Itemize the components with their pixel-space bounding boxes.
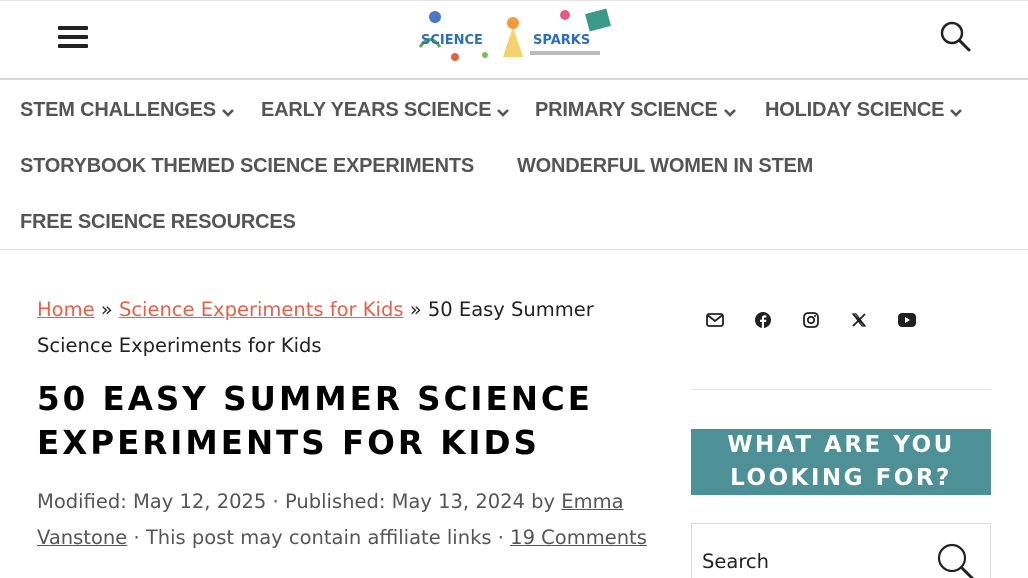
search-submit-icon[interactable]	[934, 540, 978, 578]
nav-item-storybook-themed[interactable]: STORYBOOK THEMED SCIENCE EXPERIMENTS	[20, 154, 474, 178]
nav-item-wonderful-women[interactable]: WONDERFUL WOMEN IN STEM	[517, 154, 813, 178]
site-logo[interactable]: SCIENCE SPARKS	[415, 7, 615, 65]
instagram-icon[interactable]	[799, 306, 823, 334]
meta-separator: ·	[272, 490, 279, 513]
sidebar-search	[691, 523, 991, 578]
nav-item-label: HOLIDAY SCIENCE	[765, 99, 945, 121]
search-input[interactable]	[702, 546, 922, 576]
header-search-icon[interactable]	[938, 19, 972, 53]
affiliate-note: This post may contain affiliate links	[145, 526, 492, 549]
nav-item-label: PRIMARY SCIENCE	[535, 99, 718, 121]
chevron-down-icon	[497, 108, 510, 117]
nav-item-label: WONDERFUL WOMEN IN STEM	[517, 155, 814, 177]
logo-text-1: SCIENCE	[421, 33, 483, 48]
chevron-down-icon	[221, 108, 234, 117]
published-date: May 13, 2024	[391, 490, 525, 513]
x-twitter-icon[interactable]	[847, 306, 871, 334]
main-navigation: STEM CHALLENGES EARLY YEARS SCIENCE PRIM…	[0, 82, 1028, 250]
nav-item-label: STEM CHALLENGES	[20, 99, 216, 121]
facebook-icon[interactable]	[751, 306, 775, 334]
post-meta: Modified: May 12, 2025 · Published: May …	[37, 484, 657, 556]
nav-item-holiday-science[interactable]: HOLIDAY SCIENCE	[765, 98, 963, 122]
logo-graphic: SCIENCE SPARKS	[415, 7, 615, 65]
nav-item-primary-science[interactable]: PRIMARY SCIENCE	[535, 98, 736, 122]
logo-text-2: SPARKS	[533, 33, 590, 48]
hamburger-menu-icon[interactable]	[58, 26, 88, 48]
sidebar-divider	[691, 389, 991, 390]
meta-separator: ·	[133, 526, 140, 549]
nav-item-label: STORYBOOK THEMED SCIENCE EXPERIMENTS	[20, 155, 474, 177]
site-header: SCIENCE SPARKS	[0, 0, 1028, 80]
breadcrumb-category-link[interactable]: Science Experiments for Kids	[119, 298, 404, 321]
meta-separator: ·	[497, 526, 504, 549]
breadcrumb-separator: »	[100, 298, 113, 321]
modified-label: Modified:	[37, 490, 127, 513]
nav-item-early-years-science[interactable]: EARLY YEARS SCIENCE	[261, 98, 510, 122]
youtube-icon[interactable]	[895, 306, 919, 334]
by-label: by	[531, 490, 556, 513]
page-title: 50 EASY SUMMER SCIENCE EXPERIMENTS FOR K…	[37, 380, 593, 462]
search-widget-title: WHAT ARE YOU LOOKING FOR?	[691, 429, 991, 495]
nav-item-stem-challenges[interactable]: STEM CHALLENGES	[20, 98, 234, 122]
published-label: Published:	[284, 490, 386, 513]
chevron-down-icon	[723, 108, 736, 117]
breadcrumb-separator: »	[409, 298, 422, 321]
breadcrumb: Home » Science Experiments for Kids » 50…	[37, 292, 637, 364]
email-icon[interactable]	[703, 306, 727, 334]
nav-item-free-resources[interactable]: FREE SCIENCE RESOURCES	[20, 210, 296, 234]
social-icons	[691, 306, 991, 334]
chevron-down-icon	[950, 108, 963, 117]
nav-item-label: FREE SCIENCE RESOURCES	[20, 211, 296, 233]
comments-link[interactable]: 19 Comments	[510, 526, 647, 549]
modified-date: May 12, 2025	[132, 490, 267, 513]
breadcrumb-home-link[interactable]: Home	[37, 298, 95, 321]
nav-item-label: EARLY YEARS SCIENCE	[261, 99, 492, 121]
